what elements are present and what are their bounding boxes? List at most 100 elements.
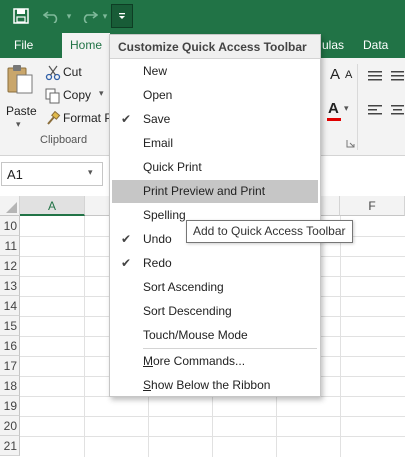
menu-item-save[interactable]: ✔ Save (112, 108, 318, 131)
align-left-icon[interactable] (367, 104, 383, 116)
align-top-icon-2[interactable] (390, 70, 404, 82)
menu-item-label: Spelling (143, 208, 186, 222)
font-color-button[interactable]: A ▾ (326, 100, 349, 122)
row-header[interactable]: 14 (0, 296, 20, 316)
menu-item-label: Sort Ascending (143, 280, 224, 294)
paste-button[interactable]: Paste ▾ (5, 64, 37, 130)
select-all-icon (6, 202, 17, 213)
menu-item-redo[interactable]: ✔ Redo (112, 252, 318, 275)
access-key: S (143, 378, 152, 392)
menu-title: Customize Quick Access Toolbar (110, 35, 320, 59)
menu-item-label: New (143, 64, 168, 78)
chevron-down-icon: ▾ (88, 167, 93, 177)
undo-button[interactable] (40, 4, 64, 28)
group-separator (357, 64, 358, 150)
menu-item-label: ore Commands... (153, 354, 246, 368)
redo-icon (83, 11, 98, 23)
name-box[interactable]: A1 ▾ (1, 162, 103, 186)
increase-font-icon[interactable]: A (330, 66, 340, 83)
format-painter-label: Format P (63, 111, 113, 125)
format-painter-icon (47, 111, 61, 125)
chevron-down-icon: ▾ (66, 10, 72, 21)
menu-item-label: Quick Print (143, 160, 202, 174)
grid-line (84, 216, 85, 457)
menu-item-sort-ascending[interactable]: Sort Ascending (112, 276, 318, 299)
column-header-a[interactable]: A (20, 196, 85, 216)
font-color-swatch (327, 118, 341, 121)
menu-item-new[interactable]: New (112, 60, 318, 83)
row-header[interactable]: 20 (0, 416, 20, 436)
row-header[interactable]: 19 (0, 396, 20, 416)
cut-button[interactable]: Cut (43, 64, 109, 82)
menu-item-label: Print Preview and Print (143, 184, 266, 198)
chevron-down-icon: ▾ (102, 10, 108, 21)
chevron-down-icon: ▾ (16, 119, 21, 129)
row-header[interactable]: 15 (0, 316, 20, 336)
customize-qat-icon (119, 13, 125, 19)
menu-item-open[interactable]: Open (112, 84, 318, 107)
tab-home[interactable]: Home (62, 33, 111, 58)
checkmark-icon: ✔ (121, 256, 132, 270)
decrease-font-icon[interactable]: A (345, 69, 352, 81)
align-center-icon[interactable] (390, 104, 404, 116)
paste-label: Paste (6, 104, 37, 118)
tab-file[interactable]: File (14, 33, 33, 58)
chevron-down-icon: ▾ (99, 88, 104, 98)
menu-separator (143, 348, 317, 349)
dialog-launcher-icon[interactable] (346, 137, 355, 148)
menu-item-label: Save (143, 112, 171, 126)
menu-item-touch-mouse-mode[interactable]: Touch/Mouse Mode (112, 324, 318, 347)
grid-line (340, 216, 341, 457)
row-header[interactable]: 11 (0, 236, 20, 256)
format-painter-button[interactable]: Format P (43, 110, 113, 128)
column-header-f[interactable]: F (340, 196, 405, 216)
menu-item-label: Open (143, 88, 173, 102)
save-icon (13, 8, 29, 24)
copy-button[interactable]: Copy ▾ (43, 87, 109, 105)
menu-item-label: Touch/Mouse Mode (143, 328, 248, 342)
menu-item-label: Sort Descending (143, 304, 232, 318)
undo-icon (43, 11, 58, 23)
customize-qat-menu: Customize Quick Access Toolbar New Open … (109, 34, 321, 397)
access-key: M (143, 354, 153, 368)
redo-dropdown[interactable]: ▾ (100, 4, 110, 28)
menu-item-more-commands[interactable]: More Commands... (112, 350, 318, 373)
menu-item-label: Undo (143, 232, 172, 246)
menu-item-sort-descending[interactable]: Sort Descending (112, 300, 318, 323)
menu-item-label: Redo (143, 256, 172, 270)
scissors-icon (45, 65, 61, 81)
title-bar: ▾ ▾ (0, 0, 405, 33)
clipboard-group-label: Clipboard (40, 134, 88, 146)
font-color-icon: A (328, 100, 339, 117)
row-header[interactable]: 12 (0, 256, 20, 276)
row-header[interactable]: 16 (0, 336, 20, 356)
tooltip: Add to Quick Access Toolbar (186, 220, 353, 243)
undo-dropdown[interactable]: ▾ (64, 4, 74, 28)
tab-formulas[interactable]: ulas (322, 33, 344, 58)
align-top-icon[interactable] (367, 70, 383, 82)
name-box-value: A1 (7, 167, 23, 182)
copy-label: Copy (63, 88, 92, 102)
row-header[interactable]: 10 (0, 216, 20, 236)
row-header[interactable]: 13 (0, 276, 20, 296)
menu-item-label: how Below the Ribbon (151, 378, 271, 392)
cut-label: Cut (63, 65, 82, 79)
save-button[interactable] (8, 4, 34, 28)
row-header[interactable]: 17 (0, 356, 20, 376)
select-all-corner[interactable] (0, 196, 20, 216)
tab-data[interactable]: Data (363, 33, 388, 58)
customize-qat-button[interactable] (111, 4, 133, 28)
menu-item-show-below-ribbon[interactable]: Show Below the Ribbon (112, 374, 318, 397)
checkmark-icon: ✔ (121, 112, 132, 126)
row-header[interactable]: 21 (0, 436, 20, 456)
copy-icon (45, 88, 60, 104)
menu-item-label: Email (143, 136, 174, 150)
clipboard-paste-icon (7, 65, 33, 94)
chevron-down-icon: ▾ (344, 103, 349, 113)
menu-item-print-preview[interactable]: Print Preview and Print (112, 180, 318, 203)
redo-button[interactable] (78, 4, 100, 28)
row-header[interactable]: 18 (0, 376, 20, 396)
menu-item-email[interactable]: Email (112, 132, 318, 155)
menu-item-quick-print[interactable]: Quick Print (112, 156, 318, 179)
checkmark-icon: ✔ (121, 232, 132, 246)
